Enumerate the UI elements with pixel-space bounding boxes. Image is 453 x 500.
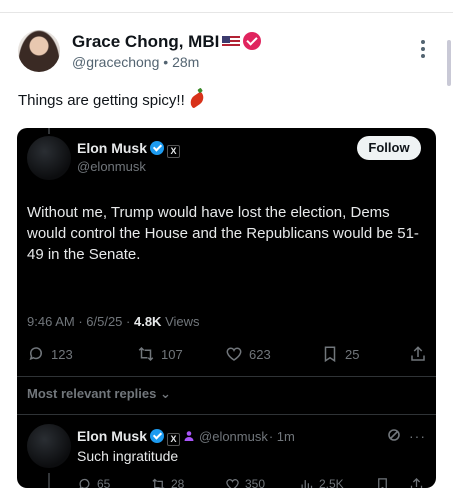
author-meta: @gracechong • 28m (72, 54, 199, 70)
share-icon (410, 477, 423, 488)
like-count: 350 (245, 477, 266, 488)
bookmark-action[interactable] (375, 474, 395, 488)
repost-count: 28 (171, 477, 185, 488)
reply-icon (29, 347, 42, 361)
repost-action[interactable]: 28 (151, 474, 184, 488)
like-count: 623 (249, 346, 271, 362)
views-count: 4.8K (133, 314, 162, 329)
repost-action[interactable]: 107 (137, 344, 183, 364)
bookmark-count: 25 (345, 346, 360, 362)
quote-date[interactable]: 6/5/25 (86, 314, 122, 329)
meta-separator: • (163, 54, 173, 70)
share-action[interactable] (409, 344, 433, 364)
more-vertical-icon[interactable] (419, 40, 427, 62)
views-action[interactable]: 2.5K (299, 474, 344, 488)
quote-action-bar: 123 107 623 25 (27, 344, 427, 364)
author-name-row[interactable]: Grace Chong, MBI (72, 32, 262, 52)
more-horizontal-icon[interactable]: ··· (409, 428, 426, 444)
reply-time[interactable]: · 1m (269, 429, 295, 444)
views-label: Views (165, 314, 200, 329)
quote-author-handle[interactable]: @elonmusk (77, 159, 146, 174)
quote-body-text: Without me, Trump would have lost the el… (27, 204, 419, 263)
quoted-post-card[interactable]: Elon Musk X @elonmusk Follow Without me, … (17, 128, 436, 488)
thread-line (48, 473, 50, 488)
post-text: Things are getting spicy!! (18, 91, 207, 109)
share-icon (411, 346, 425, 361)
reply-icon (79, 478, 90, 488)
author-handle[interactable]: @gracechong (72, 54, 159, 70)
bookmark-icon (378, 477, 387, 488)
analytics-icon (301, 479, 313, 488)
x-affiliation-icon: X (167, 145, 181, 158)
verified-badge-icon (243, 32, 262, 50)
flag-us-icon (222, 36, 241, 48)
quote-meta: 9:46 AM · 6/5/25 · 4.8K Views (27, 314, 200, 329)
replies-filter[interactable]: Most relevant replies ⌄ (27, 386, 171, 402)
reply-action[interactable]: 65 (77, 474, 110, 488)
chevron-down-icon: ⌄ (159, 386, 171, 401)
bookmark-action[interactable]: 25 (321, 344, 359, 364)
like-action[interactable]: 350 (225, 474, 265, 488)
repost-count: 107 (161, 346, 183, 362)
quote-author-name[interactable]: Elon Musk (77, 140, 147, 156)
reply-action-bar: 65 28 350 2.5K (77, 474, 427, 488)
author-avatar[interactable] (18, 30, 60, 72)
reply-count: 123 (51, 346, 73, 362)
reply-author-name[interactable]: Elon Musk (77, 428, 147, 444)
heart-icon (226, 478, 239, 488)
divider (17, 376, 436, 377)
reply-count: 65 (97, 477, 111, 488)
quote-time[interactable]: 9:46 AM (27, 314, 75, 329)
follow-button[interactable]: Follow (357, 136, 421, 160)
bookmark-icon (324, 346, 336, 363)
x-affiliation-icon: X (167, 433, 181, 446)
reply-author-row[interactable]: Elon Musk X @elonmusk· 1m (77, 428, 295, 446)
divider (17, 414, 436, 415)
repost-icon (152, 478, 165, 488)
quote-author-avatar[interactable] (27, 136, 71, 180)
reply-author-handle[interactable]: @elonmusk (199, 429, 268, 444)
reply-author-avatar[interactable] (27, 424, 71, 468)
post-text-content: Things are getting spicy!! (18, 92, 185, 109)
chili-pepper-icon (187, 91, 207, 109)
replies-filter-label: Most relevant replies (27, 386, 157, 401)
post-time[interactable]: 28m (172, 54, 199, 70)
reply-text: Such ingratitude (77, 448, 179, 464)
reply-action[interactable]: 123 (27, 344, 73, 364)
repost-icon (138, 346, 154, 362)
grok-icon[interactable] (387, 428, 401, 442)
like-action[interactable]: 623 (225, 344, 271, 364)
views-count: 2.5K (319, 477, 344, 488)
heart-icon (226, 347, 242, 361)
author-name[interactable]: Grace Chong, MBI (72, 32, 219, 51)
verified-blue-icon (150, 429, 165, 443)
share-action[interactable] (409, 474, 429, 488)
quote-author-name-row[interactable]: Elon Musk X (77, 140, 181, 158)
person-icon (184, 431, 194, 441)
thread-line (48, 128, 50, 134)
top-divider (0, 12, 453, 13)
verified-blue-icon (150, 141, 165, 155)
post: Grace Chong, MBI @gracechong • 28m Thing… (0, 24, 453, 500)
